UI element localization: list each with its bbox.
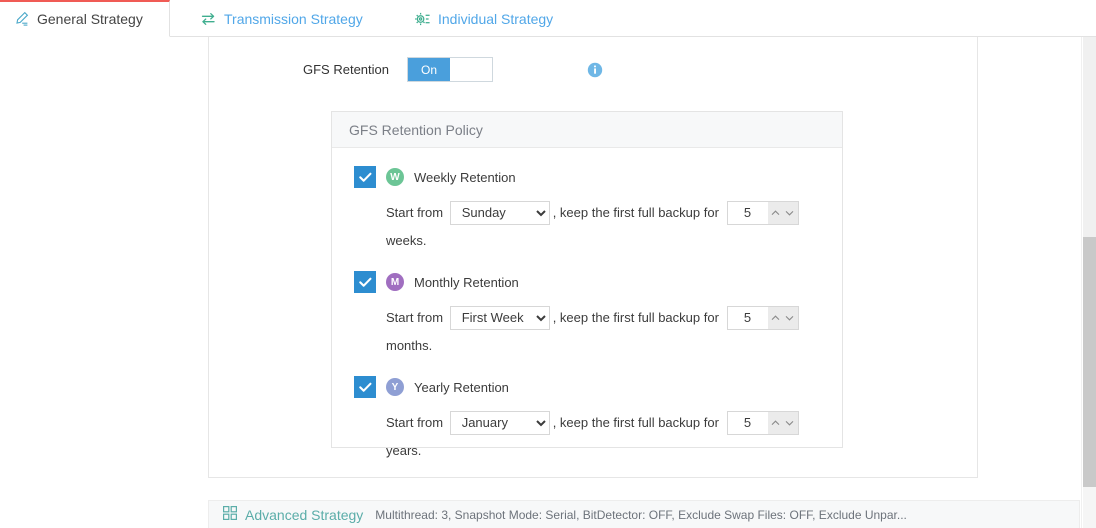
monthly-start-from-text: Start from (386, 310, 444, 326)
info-circle-icon[interactable] (587, 62, 603, 78)
monthly-retention-header: M Monthly Retention (354, 271, 842, 294)
yearly-unit-text: years. (386, 443, 422, 459)
yearly-retention-label: Yearly Retention (414, 379, 509, 395)
monthly-keep-count-down-icon[interactable] (784, 311, 795, 325)
weekly-unit-text: weeks. (386, 233, 427, 249)
weekly-retention-label: Weekly Retention (414, 169, 516, 185)
monthly-middle-text: , keep the first full backup for (552, 310, 719, 326)
tab-transmission-strategy[interactable]: Transmission Strategy (186, 0, 377, 37)
yearly-retention-badge: Y (386, 378, 404, 397)
yearly-retention-controls: Start from JanuaryFebruaryMarchAprilMayJ… (386, 408, 806, 464)
scrollbar-track-upper[interactable] (1083, 37, 1096, 237)
weekly-keep-count-value[interactable]: 5 (727, 201, 768, 224)
strategy-content-area: GFS Retention On GFS Retention Policy W … (0, 37, 1096, 528)
gfs-retention-policy-title: GFS Retention Policy (332, 112, 842, 148)
weekly-keep-count-arrows[interactable] (767, 201, 798, 224)
advanced-strategy-bar[interactable]: Advanced Strategy Multithread: 3, Snapsh… (208, 500, 1080, 528)
gear-icon (414, 11, 431, 27)
yearly-retention-checkbox[interactable] (354, 376, 376, 399)
weekly-keep-count-down-icon[interactable] (784, 206, 795, 220)
yearly-retention-header: Y Yearly Retention (354, 376, 842, 399)
yearly-start-from-text: Start from (386, 415, 444, 431)
yearly-keep-count-up-icon[interactable] (770, 416, 781, 430)
monthly-keep-count-up-icon[interactable] (770, 311, 781, 325)
grid-squares-icon (223, 506, 237, 523)
weekly-retention-badge: W (386, 168, 404, 186)
gfs-retention-toggle-off[interactable] (450, 58, 492, 81)
gfs-retention-policy-card: GFS Retention Policy W Weekly Retention (331, 111, 843, 458)
tab-general-strategy[interactable]: General Strategy (0, 0, 170, 37)
yearly-retention-block: Y Yearly Retention Start from JanuaryFeb… (354, 376, 842, 464)
monthly-keep-count-stepper[interactable]: 5 (726, 305, 799, 330)
scrollbar-thumb[interactable] (1083, 237, 1096, 487)
yearly-middle-text: , keep the first full backup for (552, 415, 719, 431)
monthly-keep-count-arrows[interactable] (767, 306, 798, 329)
weekly-retention-controls: Start from SundayMondayTuesdayWednesdayT… (386, 198, 806, 254)
monthly-retention-block: M Monthly Retention Start from First Wee… (354, 271, 842, 359)
weekly-retention-block: W Weekly Retention Start from SundayMond… (354, 166, 842, 254)
gfs-retention-policy-body: W Weekly Retention Start from SundayMond… (332, 148, 842, 464)
weekly-keep-count-stepper[interactable]: 5 (726, 200, 799, 225)
pencil-edit-icon (14, 11, 30, 27)
weekly-start-from-select[interactable]: SundayMondayTuesdayWednesdayThursdayFrid… (449, 200, 550, 225)
gfs-retention-label: GFS Retention (303, 62, 389, 77)
tab-individual-strategy[interactable]: Individual Strategy (400, 0, 567, 37)
yearly-keep-count-down-icon[interactable] (784, 416, 795, 430)
scrollbar-track-lower[interactable] (1083, 487, 1096, 528)
monthly-retention-checkbox[interactable] (354, 271, 376, 294)
weekly-keep-count-up-icon[interactable] (770, 206, 781, 220)
swap-arrows-icon (200, 11, 217, 27)
yearly-keep-count-value[interactable]: 5 (727, 411, 768, 434)
weekly-start-from-text: Start from (386, 205, 444, 221)
tab-individual-strategy-label: Individual Strategy (438, 10, 554, 27)
monthly-retention-badge: M (386, 273, 404, 292)
monthly-start-from-select[interactable]: First WeekSecond WeekThird WeekFourth We… (449, 305, 550, 330)
weekly-retention-header: W Weekly Retention (354, 166, 842, 188)
general-strategy-panel: GFS Retention On GFS Retention Policy W … (208, 37, 978, 478)
yearly-start-from-select[interactable]: JanuaryFebruaryMarchAprilMayJuneJulyAugu… (449, 410, 550, 435)
weekly-middle-text: , keep the first full backup for (552, 205, 719, 221)
tab-bar: General Strategy Transmission Strategy I… (0, 0, 1096, 37)
monthly-keep-count-value[interactable]: 5 (727, 306, 768, 329)
weekly-retention-checkbox[interactable] (354, 166, 376, 188)
monthly-unit-text: months. (386, 338, 433, 354)
yearly-keep-count-stepper[interactable]: 5 (726, 410, 799, 435)
monthly-retention-controls: Start from First WeekSecond WeekThird We… (386, 303, 806, 359)
advanced-strategy-summary: Multithread: 3, Snapshot Mode: Serial, B… (375, 507, 907, 522)
yearly-keep-count-arrows[interactable] (767, 411, 798, 434)
monthly-retention-label: Monthly Retention (414, 274, 519, 290)
tab-transmission-strategy-label: Transmission Strategy (224, 10, 363, 27)
gfs-retention-toggle-on[interactable]: On (408, 58, 450, 81)
tab-general-strategy-label: General Strategy (37, 11, 143, 27)
vertical-scrollbar[interactable] (1081, 37, 1096, 528)
gfs-retention-row: GFS Retention On (303, 57, 603, 82)
advanced-strategy-title[interactable]: Advanced Strategy (245, 507, 363, 523)
gfs-retention-toggle[interactable]: On (407, 57, 493, 82)
